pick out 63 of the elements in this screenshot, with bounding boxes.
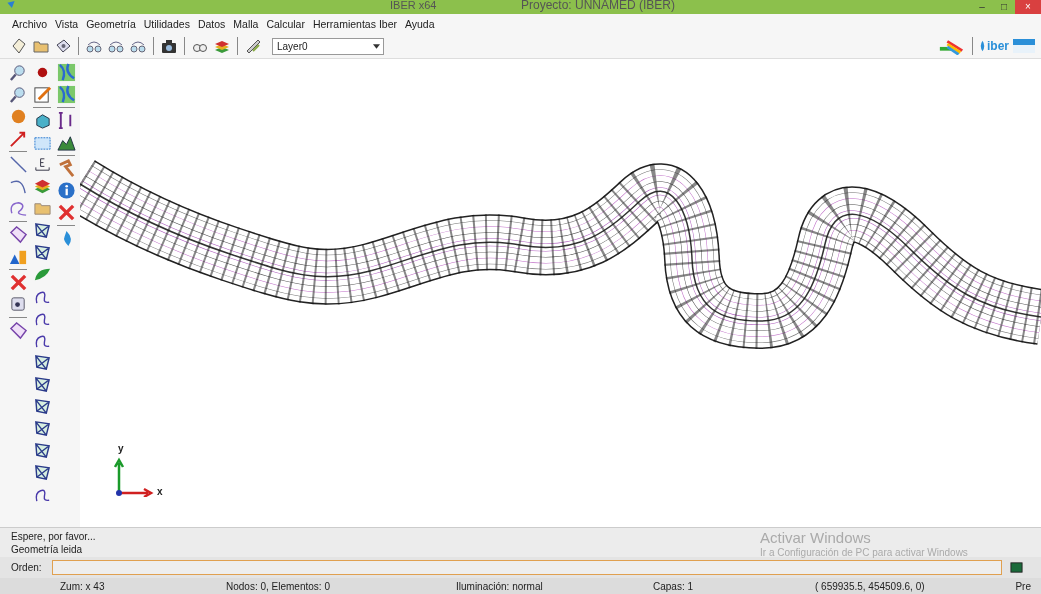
message-line: Geometría leida [11, 542, 83, 556]
menu-item[interactable]: Vista [55, 18, 79, 30]
app-icon [6, 0, 16, 9]
status-item: ( 659935.5, 454509.6, 0) [815, 580, 926, 592]
command-field[interactable] [52, 560, 1002, 575]
arrow-icon[interactable] [8, 129, 28, 148]
mesh-icon[interactable] [32, 419, 52, 438]
camera-icon[interactable] [160, 37, 178, 55]
mesh-icon[interactable] [32, 221, 52, 240]
menu-item[interactable]: Ayuda [404, 18, 435, 30]
axis-label: y [118, 443, 124, 454]
mesh-icon[interactable] [32, 397, 52, 416]
menu-item[interactable]: Calcular [266, 18, 305, 30]
version-badge-icon [1013, 39, 1035, 53]
loop-icon[interactable] [8, 199, 28, 218]
mesh-icon[interactable] [32, 243, 52, 262]
mesh-icon[interactable] [32, 441, 52, 460]
info-icon[interactable] [56, 181, 76, 200]
map-icon[interactable] [56, 85, 76, 104]
cross-icon[interactable] [56, 203, 76, 222]
polygon-icon[interactable] [8, 321, 28, 340]
window-control-button[interactable]: × [1015, 0, 1041, 14]
pencil-icon[interactable] [32, 85, 52, 104]
menu-item[interactable]: Utilidades [143, 18, 190, 30]
caret-icon [373, 43, 380, 49]
magnifier-icon[interactable] [8, 63, 28, 82]
map-icon[interactable] [56, 63, 76, 82]
status-item: Nodos: 0, Elementos: 0 [226, 580, 331, 592]
status-item: Zum: x 43 [60, 580, 106, 592]
window-control-button[interactable]: – [971, 0, 993, 14]
menu-item[interactable]: Archivo [12, 18, 47, 30]
menu-item[interactable]: Herramientas Iber [312, 18, 397, 30]
mountain-icon[interactable] [56, 133, 76, 152]
menu-item[interactable]: Geometría [86, 18, 136, 30]
brush-icon[interactable] [244, 37, 262, 55]
magnifier-icon[interactable] [8, 85, 28, 104]
activation-title: Activar Windows [760, 529, 872, 547]
monitor-icon[interactable] [1010, 561, 1023, 574]
axis-label: x [157, 486, 163, 497]
iber-logo: iber [979, 39, 1009, 53]
command-label: Orden: [11, 562, 43, 573]
line-icon[interactable] [8, 155, 28, 174]
message-line: Espere, por favor... [11, 529, 96, 543]
activation-text: Ir a Configuración de PC para activar Windows [760, 547, 968, 559]
page-icon[interactable] [10, 37, 28, 55]
rainbow-arrow-icon [938, 37, 966, 55]
menu-item[interactable]: Datos [197, 18, 226, 30]
polygon-icon[interactable] [8, 225, 28, 244]
layers-icon[interactable] [32, 177, 52, 196]
menu-item[interactable]: Malla [233, 18, 259, 30]
window-control-button[interactable]: □ [993, 0, 1015, 14]
app-title: IBER x64 [390, 0, 437, 11]
xy-axes-icon [114, 457, 154, 497]
mesh-icon[interactable] [32, 353, 52, 372]
layer-select[interactable]: Layer0 [272, 37, 384, 55]
status-item: Iluminación: normal [456, 580, 544, 592]
mesh-icon[interactable] [32, 375, 52, 394]
window-title: Proyecto: UNNAMED (IBER) [521, 0, 676, 11]
cross-icon[interactable] [8, 273, 28, 292]
status-item: Pre [1015, 580, 1031, 592]
status-item: Capas: 1 [653, 580, 695, 592]
label-icon[interactable] [32, 155, 52, 174]
mesh-icon[interactable] [32, 463, 52, 482]
